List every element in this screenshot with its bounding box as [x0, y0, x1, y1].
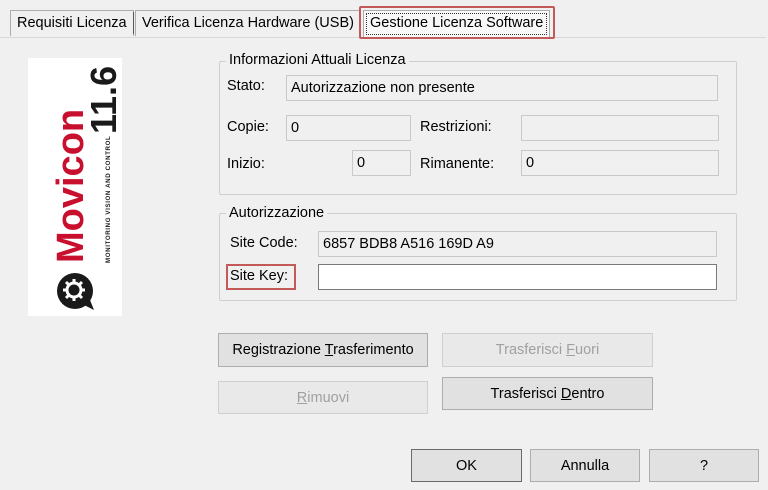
- ok-label: OK: [456, 457, 477, 474]
- restrictions-label: Restrizioni:: [420, 119, 492, 135]
- site-key-label: Site Key:: [230, 268, 289, 284]
- cancel-label: Annulla: [560, 457, 610, 474]
- site-code-field: 6857 BDB8 A516 169D A9: [318, 231, 717, 257]
- remaining-label: Rimanente:: [420, 156, 495, 172]
- status-label: Stato:: [227, 78, 265, 94]
- transfer-out-label: Trasferisci Fuori: [495, 342, 600, 358]
- remove-button[interactable]: Rimuovi: [218, 381, 428, 414]
- restrictions-field: [521, 115, 719, 141]
- transfer-in-label: Trasferisci Dentro: [490, 385, 605, 402]
- tab-verifica-licenza-hardware[interactable]: Verifica Licenza Hardware (USB): [135, 10, 361, 36]
- logo-tagline-text: MONITORING VISION AND CONTROL: [105, 136, 112, 263]
- copies-field: 0: [286, 115, 411, 141]
- movicon-logo-graphic: Movicon MONITORING VISION AND CONTROL 11…: [50, 66, 124, 310]
- help-label: ?: [699, 457, 709, 474]
- tab-label: Gestione Licenza Software: [370, 15, 544, 31]
- transfer-out-button[interactable]: Trasferisci Fuori: [442, 333, 653, 367]
- status-field: Autorizzazione non presente: [286, 75, 718, 101]
- start-label: Inizio:: [227, 156, 265, 172]
- tab-separator: [133, 12, 134, 34]
- site-key-input[interactable]: [318, 264, 717, 290]
- copies-label: Copie:: [227, 119, 269, 135]
- cancel-button[interactable]: Annulla: [530, 449, 640, 482]
- tab-gestione-licenza-software[interactable]: Gestione Licenza Software: [363, 10, 551, 38]
- tab-requisiti-licenza[interactable]: Requisiti Licenza: [10, 10, 134, 36]
- register-transfer-label: Registrazione Trasferimento: [232, 342, 414, 358]
- movicon-logo: Movicon MONITORING VISION AND CONTROL 11…: [28, 58, 124, 316]
- site-code-label: Site Code:: [230, 235, 298, 251]
- remove-label: Rimuovi: [296, 389, 350, 406]
- authorization-legend: Autorizzazione: [226, 205, 328, 221]
- tab-label: Requisiti Licenza: [17, 15, 127, 31]
- logo-version-text: 11.6: [83, 66, 122, 134]
- help-button[interactable]: ?: [649, 449, 759, 482]
- ok-button[interactable]: OK: [411, 449, 522, 482]
- tab-label: Verifica Licenza Hardware (USB): [142, 15, 354, 31]
- start-field: 0: [352, 150, 411, 176]
- gear-icon: [57, 273, 94, 310]
- register-transfer-button[interactable]: Registrazione Trasferimento: [218, 333, 428, 367]
- remaining-field: 0: [521, 150, 719, 176]
- current-license-legend: Informazioni Attuali Licenza: [226, 52, 409, 68]
- transfer-in-button[interactable]: Trasferisci Dentro: [442, 377, 653, 410]
